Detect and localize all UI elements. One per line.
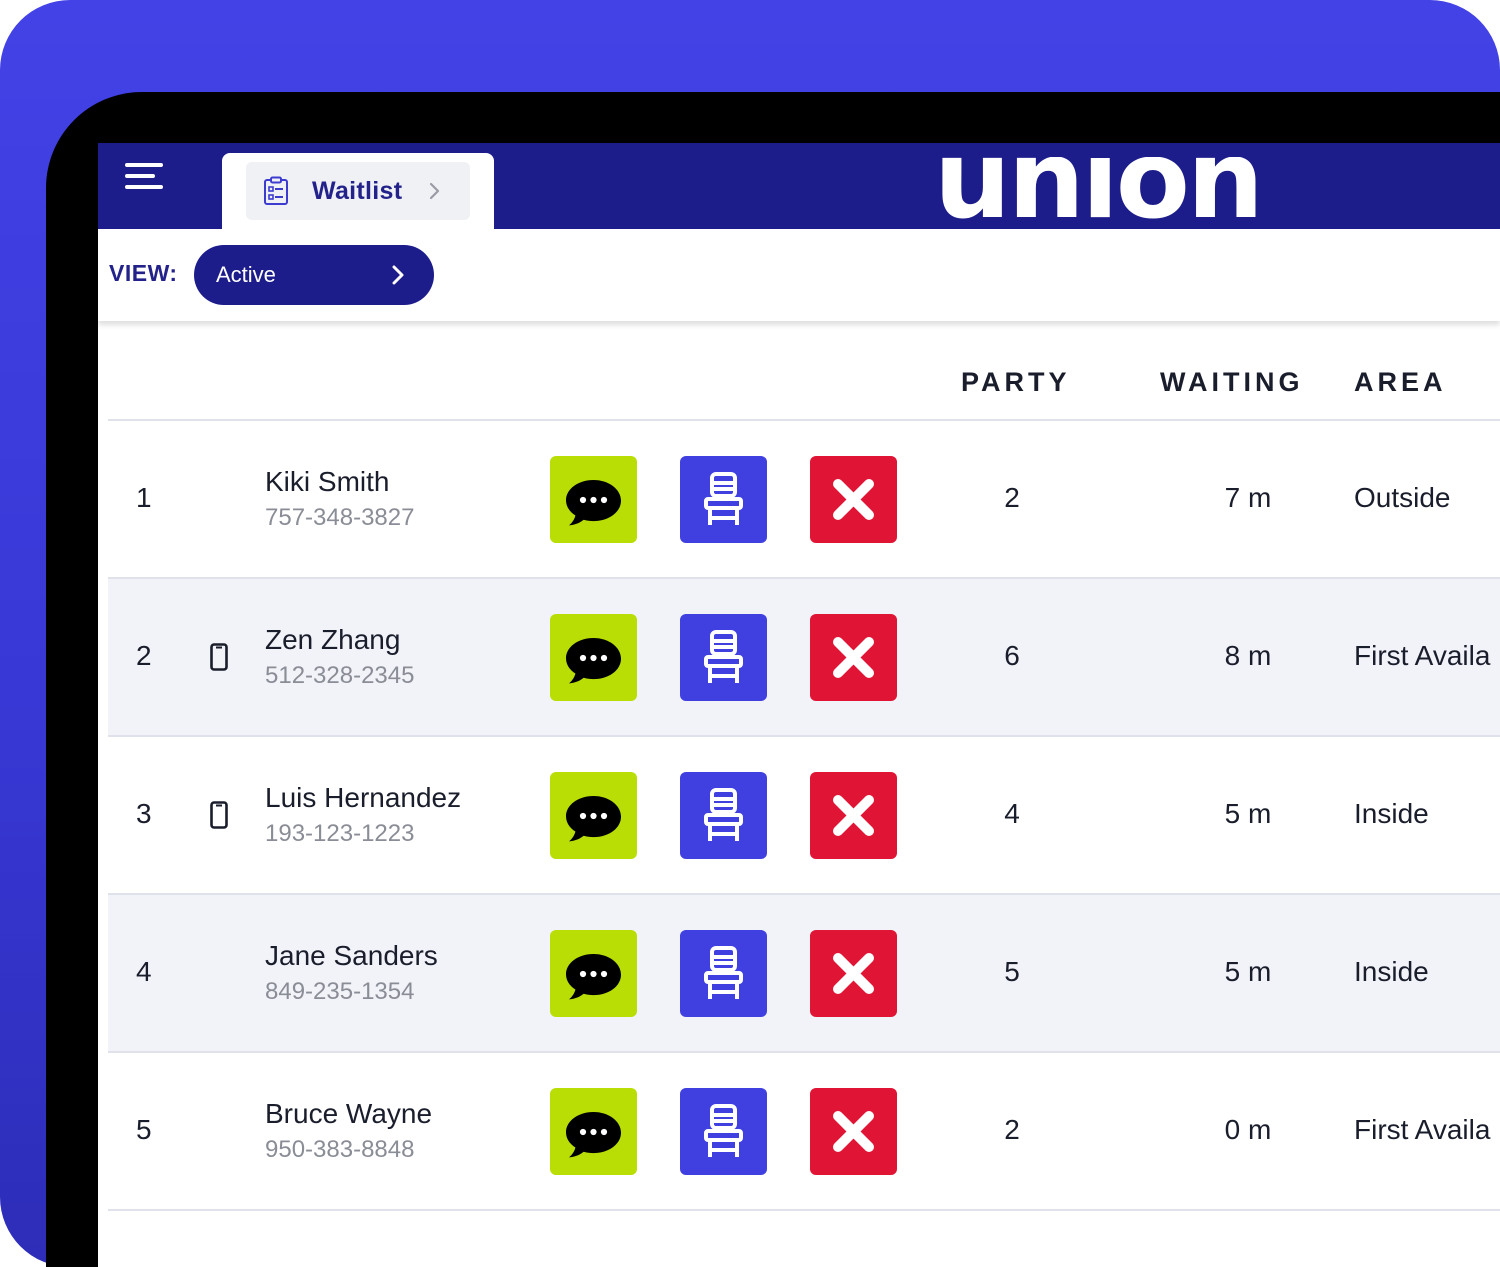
seat-button[interactable] bbox=[680, 772, 767, 859]
message-button[interactable] bbox=[550, 930, 637, 1017]
close-x-icon bbox=[833, 637, 874, 678]
chevron-right-icon bbox=[430, 182, 440, 200]
row-index: 3 bbox=[136, 798, 152, 829]
tab-waitlist-label: Waitlist bbox=[312, 176, 403, 205]
party-size: 2 bbox=[1004, 1114, 1020, 1145]
chevron-right-icon bbox=[392, 265, 404, 285]
hamburger-menu-icon[interactable] bbox=[125, 163, 163, 189]
seat-button[interactable] bbox=[680, 456, 767, 543]
remove-button[interactable] bbox=[810, 772, 897, 859]
table-row[interactable]: 4 Jane Sanders 849-235-1354 5 5 m Inside bbox=[108, 895, 1500, 1053]
chair-icon bbox=[704, 1104, 743, 1157]
app-screen: union Waitlist VIEW: Active PARTY WAITIN… bbox=[98, 143, 1500, 1267]
view-bar: VIEW: Active bbox=[98, 229, 1500, 321]
table-body: 1 Kiki Smith 757-348-3827 2 7 m Outside 2 Zen Z… bbox=[108, 421, 1500, 1211]
chair-icon bbox=[704, 788, 743, 841]
message-button[interactable] bbox=[550, 614, 637, 701]
message-button[interactable] bbox=[550, 772, 637, 859]
seating-area: Inside bbox=[1354, 956, 1429, 987]
message-button[interactable] bbox=[550, 1088, 637, 1175]
chair-icon bbox=[704, 472, 743, 525]
wait-time: 8 m bbox=[1224, 640, 1272, 671]
party-size: 2 bbox=[1004, 482, 1020, 513]
seating-area: Inside bbox=[1354, 798, 1429, 829]
view-selector-button[interactable]: Active bbox=[194, 245, 434, 305]
row-index: 1 bbox=[136, 482, 152, 513]
seating-area: First Availa bbox=[1354, 640, 1491, 671]
seat-button[interactable] bbox=[680, 1088, 767, 1175]
guest-phone: 950-383-8848 bbox=[265, 1136, 415, 1163]
guest-name: Luis Hernandez bbox=[265, 782, 462, 813]
remove-button[interactable] bbox=[810, 456, 897, 543]
table-row[interactable]: 5 Bruce Wayne 950-383-8848 2 0 m First Availa bbox=[108, 1053, 1500, 1211]
guest-name: Bruce Wayne bbox=[265, 1098, 433, 1129]
close-x-icon bbox=[833, 953, 874, 994]
clipboard-list-icon bbox=[264, 176, 288, 205]
wait-time: 5 m bbox=[1224, 798, 1272, 829]
guest-phone: 512-328-2345 bbox=[265, 662, 415, 689]
seating-area: First Availa bbox=[1354, 1114, 1491, 1145]
wait-time: 7 m bbox=[1224, 482, 1272, 513]
brand-logo: union bbox=[934, 157, 1264, 229]
party-size: 5 bbox=[1004, 956, 1020, 987]
row-index: 2 bbox=[136, 640, 152, 671]
header-party: PARTY bbox=[961, 367, 1071, 397]
table-row[interactable]: 1 Kiki Smith 757-348-3827 2 7 m Outside bbox=[108, 421, 1500, 579]
tab-waitlist[interactable]: Waitlist bbox=[222, 153, 494, 239]
party-size: 6 bbox=[1004, 640, 1020, 671]
remove-button[interactable] bbox=[810, 614, 897, 701]
close-x-icon bbox=[833, 1111, 874, 1152]
chat-bubble-icon bbox=[566, 1112, 621, 1158]
mobile-phone-icon bbox=[210, 801, 228, 829]
chair-icon bbox=[704, 630, 743, 683]
row-index: 5 bbox=[136, 1114, 152, 1145]
view-selected-value: Active bbox=[216, 262, 276, 287]
table-row[interactable]: 2 Zen Zhang 512-328-2345 6 8 m First Availa bbox=[108, 579, 1500, 737]
wait-time: 0 m bbox=[1224, 1114, 1272, 1145]
guest-name: Zen Zhang bbox=[265, 624, 401, 655]
mobile-phone-icon bbox=[210, 643, 228, 671]
guest-name: Kiki Smith bbox=[265, 466, 390, 497]
message-button[interactable] bbox=[550, 456, 637, 543]
header-area: AREA bbox=[1354, 367, 1447, 397]
row-index: 4 bbox=[136, 956, 152, 987]
chair-icon bbox=[704, 946, 743, 999]
remove-button[interactable] bbox=[810, 930, 897, 1017]
party-size: 4 bbox=[1004, 798, 1020, 829]
seating-area: Outside bbox=[1354, 482, 1451, 513]
seat-button[interactable] bbox=[680, 614, 767, 701]
chat-bubble-icon bbox=[566, 796, 621, 842]
chat-bubble-icon bbox=[566, 954, 621, 1000]
close-x-icon bbox=[833, 479, 874, 520]
header-waiting: WAITING bbox=[1160, 367, 1304, 397]
close-x-icon bbox=[833, 795, 874, 836]
guest-phone: 757-348-3827 bbox=[265, 504, 415, 531]
waitlist-table: PARTY WAITING AREA 1 Kiki Smith 757-348-38… bbox=[108, 325, 1500, 1211]
tab-waitlist-inner[interactable]: Waitlist bbox=[246, 162, 470, 220]
wait-time: 5 m bbox=[1224, 956, 1272, 987]
guest-phone: 193-123-1223 bbox=[265, 820, 415, 847]
table-header: PARTY WAITING AREA bbox=[108, 325, 1500, 421]
guest-phone: 849-235-1354 bbox=[265, 978, 415, 1005]
remove-button[interactable] bbox=[810, 1088, 897, 1175]
chat-bubble-icon bbox=[566, 638, 621, 684]
view-label: VIEW: bbox=[109, 260, 178, 286]
chat-bubble-icon bbox=[566, 480, 621, 526]
guest-name: Jane Sanders bbox=[265, 940, 438, 971]
seat-button[interactable] bbox=[680, 930, 767, 1017]
table-row[interactable]: 3 Luis Hernandez 193-123-1223 4 5 m Inside bbox=[108, 737, 1500, 895]
